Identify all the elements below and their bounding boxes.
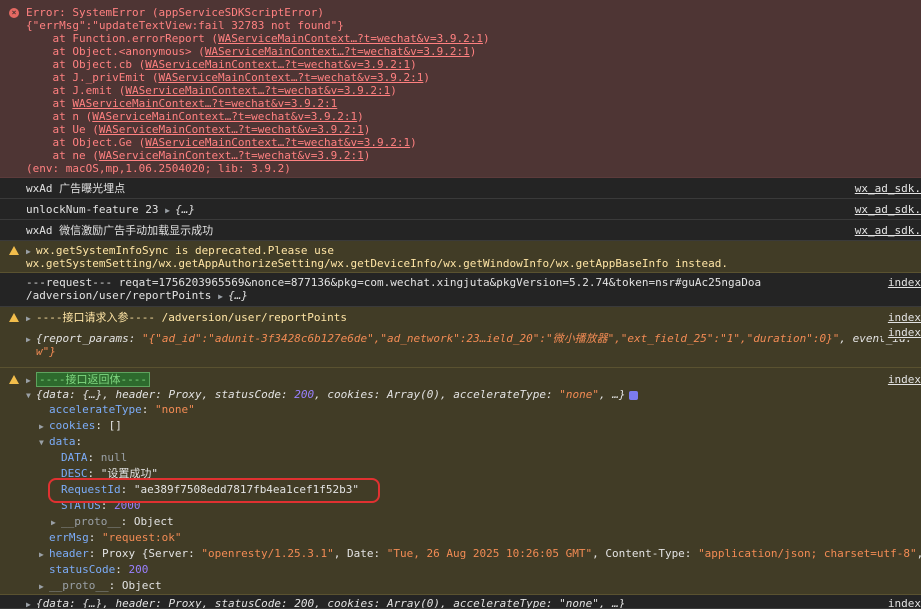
stack-frame: at Ue (WAServiceMainContext…?t=wechat&v=… — [26, 123, 921, 136]
stack-frame-text: at ne ( — [26, 149, 99, 162]
response-summary[interactable]: {data: {…}, header: Proxy, statusCode: 2… — [36, 388, 625, 401]
prop-proto-inner[interactable]: ▶ __proto__: Object — [26, 515, 921, 528]
info-icon[interactable] — [629, 390, 639, 400]
log-text: wxAd 广告曝光埋点 — [26, 182, 126, 195]
object-preview[interactable]: ▶ {data: {…}, header: Proxy, statusCode: … — [26, 597, 625, 608]
stack-frame-link[interactable]: WAServiceMainContext…?t=wechat&v=3.9.2:1 — [205, 45, 470, 58]
warning-text: wx.getSystemInfoSync is deprecated.Pleas… — [36, 244, 335, 257]
warning-deprecated: ▶ wx.getSystemInfoSync is deprecated.Plea… — [0, 241, 921, 273]
error-title: Error: SystemError (appServiceSDKScriptE… — [26, 6, 325, 19]
stack-frame-link[interactable]: WAServiceMainContext…?t=wechat&v=3.9.2:1 — [158, 71, 423, 84]
params-value-tail: w"} — [36, 345, 56, 358]
stack-frame-link[interactable]: WAServiceMainContext…?t=wechat&v=3.9.2:1 — [72, 97, 337, 110]
stack-frame-link[interactable]: WAServiceMainContext…?t=wechat&v=3.9.2:1 — [145, 58, 410, 71]
expand-arrow-icon[interactable]: ▶ — [26, 312, 36, 325]
source-link[interactable]: index — [881, 311, 921, 324]
prop-proto-outer[interactable]: ▶ __proto__: Object — [26, 579, 921, 592]
stack-frame-suffix: ) — [469, 45, 477, 58]
request-path: /adversion/user/reportPoints — [26, 289, 219, 302]
stack-frame-link[interactable]: WAServiceMainContext…?t=wechat&v=3.9.2:1 — [125, 84, 390, 97]
prop-errMsg: errMsg: "request:ok" — [49, 531, 182, 544]
expand-arrow-icon[interactable]: ▶ — [26, 374, 36, 387]
prop-header[interactable]: ▶ header: Proxy {Server: "openresty/1.25.… — [26, 547, 921, 560]
source-link[interactable]: wx_ad_sdk. — [848, 182, 921, 195]
source-link[interactable]: index — [881, 276, 921, 289]
source-link[interactable]: wx_ad_sdk. — [848, 224, 921, 237]
log-row-ad-reward: wxAd 微信激励广告手动加载显示成功 wx_ad_sdk. — [0, 220, 921, 241]
stack-frame: at Object.Ge (WAServiceMainContext…?t=we… — [26, 136, 921, 149]
stack-frame: at n (WAServiceMainContext…?t=wechat&v=3… — [26, 110, 921, 123]
stack-frame-text: at Function.errorReport ( — [26, 32, 219, 45]
source-link[interactable]: index — [881, 597, 921, 608]
expand-arrow-icon[interactable]: ▶ — [218, 290, 228, 303]
stack-frame: at J.emit (WAServiceMainContext…?t=wecha… — [26, 84, 921, 97]
request-text: ---request--- reqat=1756203965569&nonce=… — [26, 276, 762, 289]
params-key[interactable]: {report_params: — [36, 332, 142, 345]
warning-icon — [9, 375, 19, 384]
expand-arrow-icon[interactable]: ▶ — [26, 333, 36, 346]
stack-frame-link[interactable]: WAServiceMainContext…?t=wechat&v=3.9.2:1 — [145, 136, 410, 149]
error-message: × Error: SystemError (appServiceSDKScrip… — [0, 0, 921, 178]
log-row-ad-expose: wxAd 广告曝光埋点 wx_ad_sdk. — [0, 178, 921, 199]
error-icon: × — [9, 8, 19, 18]
warning-request-params: ▶ ----接口请求入参---- /adversion/user/reportPo… — [0, 307, 921, 368]
stack-frame-text: at Ue ( — [26, 123, 99, 136]
stack-frame: at WAServiceMainContext…?t=wechat&v=3.9.… — [26, 97, 921, 110]
prop-statusCode: statusCode: 200 — [49, 563, 149, 576]
prop-accelerate: accelerateType: "none" — [49, 403, 195, 416]
stack-frame: at Object.cb (WAServiceMainContext…?t=we… — [26, 58, 921, 71]
stack-frame-suffix: ) — [357, 110, 364, 123]
log-row-unlock: unlockNum-feature 23 ▶ {…} wx_ad_sdk. — [0, 199, 921, 220]
stack-frame-text: at Object.Ge ( — [26, 136, 146, 149]
stack-frame: at ne (WAServiceMainContext…?t=wechat&v=… — [26, 149, 921, 162]
stack-frame-suffix: ) — [482, 32, 490, 45]
prop-data[interactable]: ▼ data: — [26, 435, 921, 448]
warning-icon — [9, 246, 19, 255]
stack-frame-text: at J._privEmit ( — [26, 71, 159, 84]
error-env: (env: macOS,mp,1.06.2504020; lib: 3.9.2) — [26, 162, 291, 175]
highlight-box — [48, 478, 380, 503]
error-errmsg: {"errMsg":"updateTextView:fail 32783 not… — [26, 19, 344, 32]
prop-DATA: DATA: null — [61, 451, 128, 464]
stack-frame-link[interactable]: WAServiceMainContext…?t=wechat&v=3.9.2:1 — [218, 32, 483, 45]
stack-frame-suffix: ) — [390, 84, 397, 97]
prop-cookies[interactable]: ▶ cookies: [] — [26, 419, 921, 432]
devtools-console: × Error: SystemError (appServiceSDKScrip… — [0, 0, 921, 609]
collapse-arrow-icon[interactable]: ▼ — [26, 389, 36, 402]
stack-frame-link[interactable]: WAServiceMainContext…?t=wechat&v=3.9.2:1 — [99, 149, 364, 162]
log-text: unlockNum-feature 23 — [26, 203, 166, 216]
response-badge: ----接口返回体---- — [36, 372, 150, 387]
warning-icon — [9, 313, 19, 322]
log-row-last: ▶ {data: {…}, header: Proxy, statusCode: … — [0, 595, 921, 609]
stack-frame-suffix: ) — [363, 123, 371, 136]
stack-frame: at Function.errorReport (WAServiceMainCo… — [26, 32, 921, 45]
stack-frame: at Object.<anonymous> (WAServiceMainCont… — [26, 45, 921, 58]
source-link-2[interactable]: index — [881, 326, 921, 339]
stack-frame-suffix: ) — [423, 71, 430, 84]
source-link[interactable]: wx_ad_sdk. — [848, 203, 921, 216]
stack-frame-link[interactable]: WAServiceMainContext…?t=wechat&v=3.9.2:1 — [92, 110, 357, 123]
stack-frame-text: at n ( — [26, 110, 93, 123]
error-stack: at Function.errorReport (WAServiceMainCo… — [26, 32, 921, 162]
stack-frame-suffix: ) — [410, 136, 417, 149]
object-preview[interactable]: {…} — [175, 203, 195, 216]
stack-frame-text: at J.emit ( — [26, 84, 126, 97]
object-preview[interactable]: {…} — [228, 289, 248, 302]
stack-frame-suffix: ) — [410, 58, 417, 71]
warning-text: ----接口请求入参---- /adversion/user/reportPoi… — [36, 311, 348, 324]
params-value: "{"ad_id":"adunit-3f3428c6b127e6de","ad_… — [141, 332, 840, 345]
warning-text-2: wx.getSystemSetting/wx.getAppAuthorizeSe… — [26, 257, 728, 270]
stack-frame: at J._privEmit (WAServiceMainContext…?t=… — [26, 71, 921, 84]
stack-frame-text: at — [26, 97, 73, 110]
stack-frame-suffix: ) — [363, 149, 371, 162]
stack-frame-text: at Object.<anonymous> ( — [26, 45, 205, 58]
stack-frame-text: at Object.cb ( — [26, 58, 146, 71]
stack-frame-link[interactable]: WAServiceMainContext…?t=wechat&v=3.9.2:1 — [99, 123, 364, 136]
expand-arrow-icon[interactable]: ▶ — [165, 204, 175, 217]
log-text: wxAd 微信激励广告手动加载显示成功 — [26, 224, 214, 237]
log-row-request: ---request--- reqat=1756203965569&nonce=… — [0, 273, 921, 307]
source-link[interactable]: index — [881, 373, 921, 386]
